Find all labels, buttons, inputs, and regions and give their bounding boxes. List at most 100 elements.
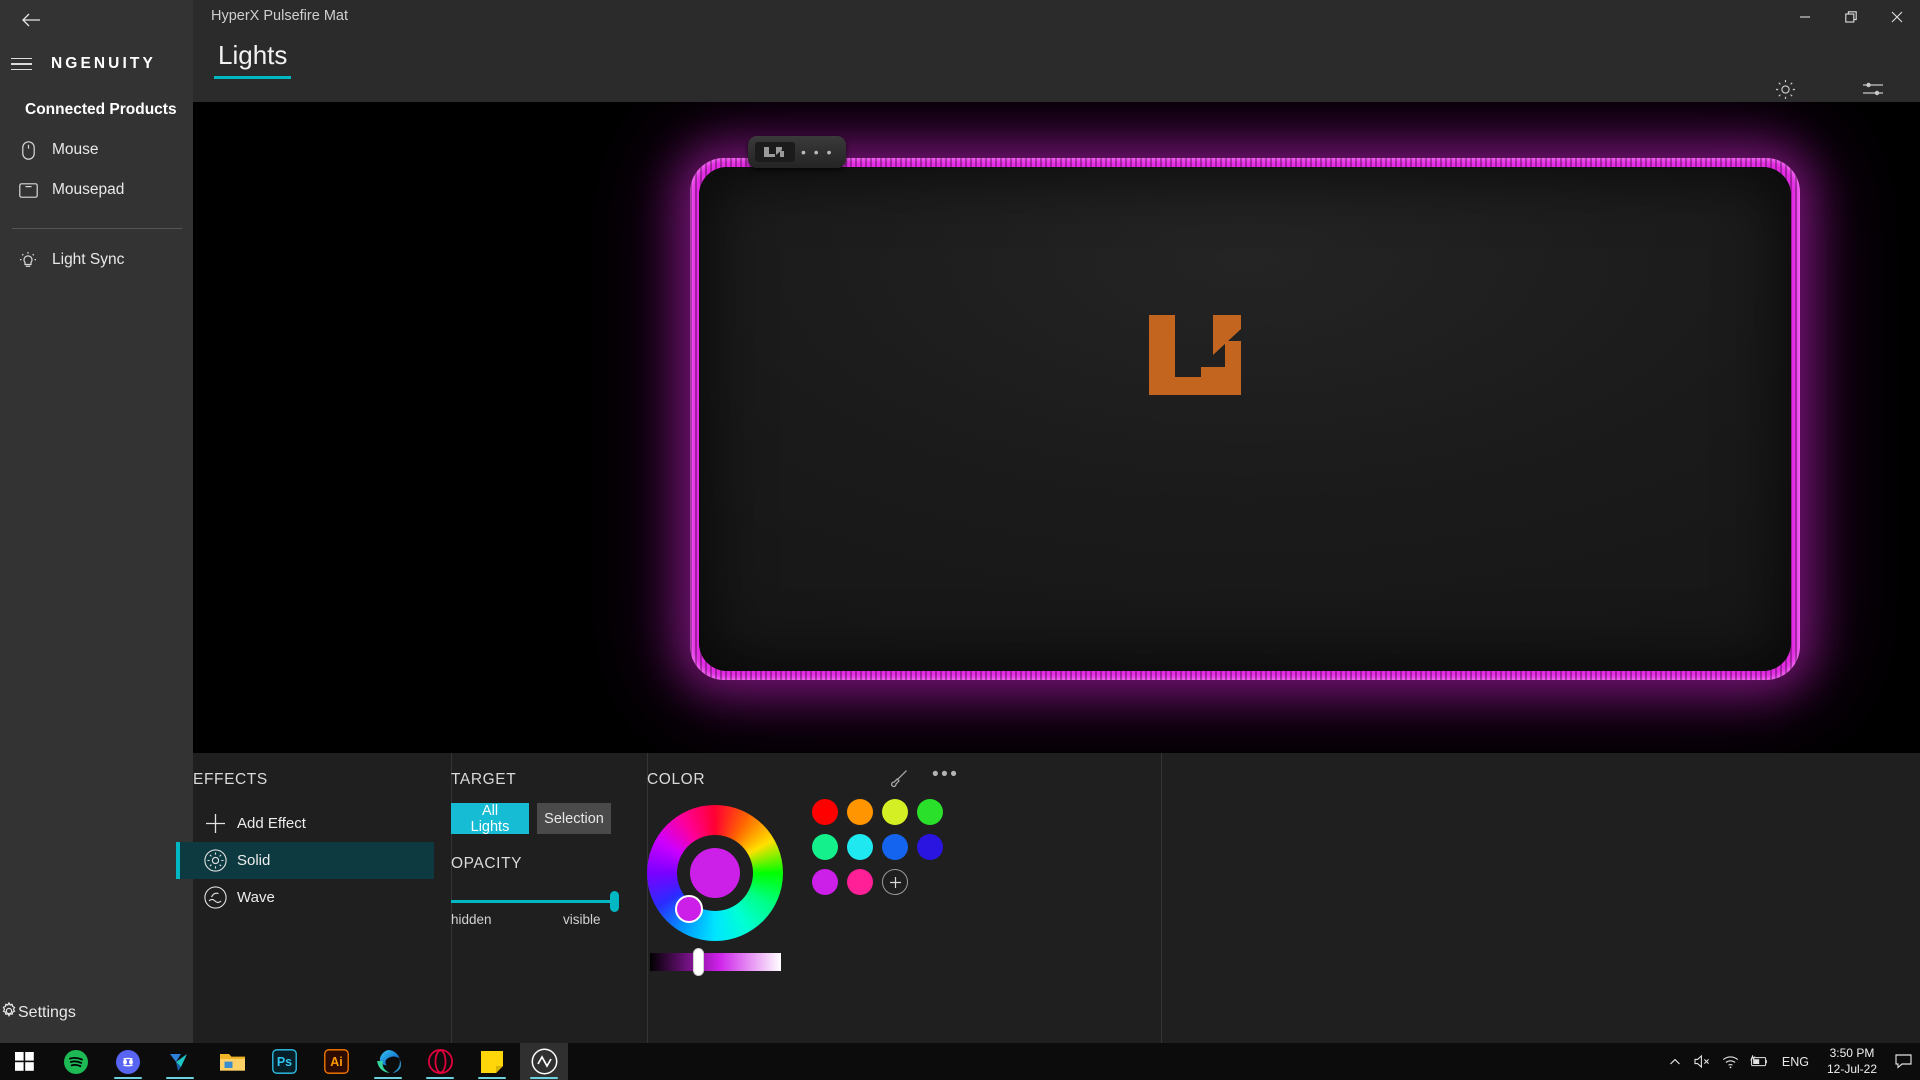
close-icon[interactable] [1874,0,1920,34]
color-swatch[interactable] [847,869,873,895]
color-swatch[interactable] [917,834,943,860]
window-title: HyperX Pulsefire Mat [211,8,348,24]
sidebar-item-label: Mousepad [52,181,125,198]
more-options-icon[interactable]: ••• [932,765,959,784]
taskbar-microsoft-edge[interactable] [364,1043,412,1080]
clock-time: 3:50 PM [1829,1046,1875,1061]
chevron-up-icon[interactable] [1661,1043,1689,1080]
color-panel: COLOR ••• [647,753,967,1058]
running-indicator [166,1076,194,1079]
effects-title: EFFECTS [193,771,268,788]
sun-icon [1775,79,1796,105]
sidebar-item-settings[interactable]: Settings [0,993,193,1033]
color-swatch[interactable] [917,799,943,825]
taskbar-teams[interactable] [156,1043,204,1080]
color-swatch[interactable] [847,834,873,860]
taskbar-file-explorer[interactable] [208,1043,256,1080]
effects-panel: EFFECTS Add Effect Solid Wave [176,753,451,1058]
color-swatch[interactable] [812,799,838,825]
color-wheel[interactable] [647,805,783,941]
back-arrow-icon[interactable] [14,4,48,36]
battery-charging-icon[interactable] [1745,1043,1773,1080]
gear-icon [0,1001,18,1025]
taskbar-illustrator[interactable]: Ai [312,1043,360,1080]
ngenuity-app-window: NGENUITY Connected Products Mouse Mousep… [0,0,1920,1058]
effect-row-wave[interactable]: Wave [176,879,434,916]
target-panel: TARGET All Lights Selection OPACITY hidd… [451,753,647,1058]
color-swatches [812,799,943,895]
selected-color-preview [690,848,740,898]
module-logo [755,142,795,162]
svg-text:Ps: Ps [276,1055,291,1069]
windows-taskbar: Ps Ai ENG 3:50 PM 12-Jul-22 [0,1043,1920,1080]
restore-icon[interactable] [1828,0,1874,34]
header-bar: Lights Brightness Presets [193,34,1920,196]
taskbar-opera[interactable] [416,1043,464,1080]
target-selection-button[interactable]: Selection [537,803,611,834]
color-title: COLOR [647,771,706,788]
color-swatch[interactable] [812,869,838,895]
taskbar-discord[interactable] [104,1043,152,1080]
paintbrush-icon[interactable] [889,769,908,793]
sidebar-item-mousepad[interactable]: Mousepad [0,170,193,210]
language-indicator[interactable]: ENG [1773,1055,1818,1069]
device-preview-stage: • • • Save to Mouse Pad [193,102,1920,753]
color-value-slider[interactable] [650,953,781,971]
usb-connector-module[interactable]: • • • [748,136,846,168]
mousepad-device[interactable]: • • • [690,136,1800,680]
taskbar-sticky-notes[interactable] [468,1043,516,1080]
color-value-handle[interactable] [693,948,705,976]
mouse-icon [11,140,45,160]
effect-row-solid[interactable]: Solid [176,842,434,879]
brand-label: NGENUITY [51,55,156,72]
color-swatch[interactable] [847,799,873,825]
notification-icon[interactable] [1886,1043,1920,1080]
opacity-slider[interactable] [451,900,616,903]
title-bar: HyperX Pulsefire Mat [193,0,1920,34]
opacity-max-label: visible [563,912,601,927]
hyperx-logo [1139,307,1251,402]
sidebar: NGENUITY Connected Products Mouse Mousep… [0,0,193,1058]
sidebar-divider [12,228,182,229]
bottom-control-panels: EFFECTS Add Effect Solid Wave TARGET All… [176,753,1920,1058]
tab-label: Lights [218,40,288,70]
tab-lights[interactable]: Lights [214,40,292,90]
start-button[interactable] [0,1043,48,1080]
panel-divider [1161,753,1162,1058]
running-indicator [530,1076,558,1079]
speaker-muted-icon[interactable] [1689,1043,1717,1080]
svg-text:Ai: Ai [330,1055,343,1069]
solid-effect-icon [193,849,237,872]
opacity-slider-handle[interactable] [610,891,619,912]
taskbar-spotify[interactable] [52,1043,100,1080]
lightbulb-icon [11,251,45,269]
opacity-slider-fill [451,900,616,903]
sidebar-item-mouse[interactable]: Mouse [0,130,193,170]
effect-label: Add Effect [237,815,306,832]
wifi-icon[interactable] [1717,1043,1745,1080]
mousepad-surface [699,167,1791,671]
running-indicator [478,1076,506,1079]
target-all-lights-button[interactable]: All Lights [451,803,529,835]
connected-products-header: Connected Products [25,101,177,118]
running-indicator [114,1076,142,1079]
color-wheel-handle[interactable] [675,895,703,923]
opacity-min-label: hidden [451,912,492,927]
taskbar-ngenuity[interactable] [520,1043,568,1080]
add-swatch-button[interactable] [882,869,908,895]
clock[interactable]: 3:50 PM 12-Jul-22 [1818,1046,1886,1077]
target-title: TARGET [451,771,517,788]
module-more-icon[interactable]: • • • [801,145,833,159]
taskbar-photoshop[interactable]: Ps [260,1043,308,1080]
sidebar-brand[interactable]: NGENUITY [0,47,193,81]
effect-label: Solid [237,852,271,869]
hamburger-icon[interactable] [11,57,45,71]
mousepad-icon [11,182,45,198]
color-swatch[interactable] [882,834,908,860]
sidebar-item-light-sync[interactable]: Light Sync [0,240,193,280]
color-swatch[interactable] [812,834,838,860]
add-effect-button[interactable]: Add Effect [176,805,434,842]
minimize-icon[interactable] [1782,0,1828,34]
plus-icon [193,813,237,834]
color-swatch[interactable] [882,799,908,825]
